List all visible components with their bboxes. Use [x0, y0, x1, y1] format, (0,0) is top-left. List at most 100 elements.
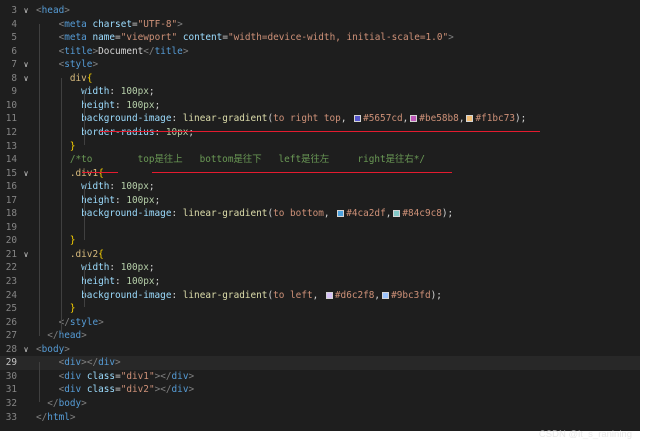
code-line[interactable]: 17 height: 100px; [0, 194, 640, 208]
code-token: meta [64, 32, 87, 44]
code-line[interactable]: 25 } [0, 302, 640, 316]
code-line[interactable]: 27 </head> [0, 329, 640, 343]
code-token: ; [148, 181, 155, 193]
color-swatch-icon[interactable] [325, 291, 333, 299]
code-line[interactable]: 31 <div class="div2"></div> [0, 383, 640, 397]
code-line[interactable]: 18 background-image: linear-gradient(to … [0, 207, 640, 221]
code-token: style [64, 59, 93, 71]
indent-guide [84, 267, 85, 307]
code-token: > [115, 357, 121, 369]
line-number: 27 [5, 330, 17, 342]
watermark: CSDN @it_s_ranining [538, 429, 632, 440]
code-line[interactable]: 10 height: 100px; [0, 99, 640, 113]
line-number: 20 [5, 235, 17, 247]
line-number: 28 [5, 343, 17, 355]
color-swatch-icon[interactable] [382, 291, 390, 299]
code-token: : [171, 113, 183, 125]
code-token: div [171, 370, 189, 382]
code-text: <div class="div2"></div> [36, 383, 195, 397]
code-line[interactable]: 9 width: 100px; [0, 85, 640, 99]
code-line[interactable]: 20 } [0, 234, 640, 248]
fold-chevron-icon[interactable]: ∨ [21, 167, 31, 181]
code-token: "width=device-width, initial-scale=1.0" [227, 32, 449, 44]
code-line[interactable]: 12 border-radius: 10px; [0, 126, 640, 140]
code-token: , [402, 113, 409, 125]
fold-chevron-icon[interactable]: ∨ [21, 58, 31, 72]
code-token: height [81, 276, 116, 287]
code-token: content [182, 32, 223, 44]
code-token: 100px [120, 262, 149, 274]
code-line[interactable]: 3 ∨ <head> [0, 4, 640, 18]
color-swatch-icon[interactable] [393, 210, 401, 218]
fold-chevron-icon[interactable]: ∨ [21, 343, 31, 357]
code-token: to right top [273, 113, 341, 125]
code-line[interactable]: 15 ∨ .div1{ [0, 167, 640, 181]
code-token: #d6c2f8 [334, 289, 375, 301]
code-token: head [41, 5, 65, 16]
code-line[interactable]: 24 background-image: linear-gradient(to … [0, 289, 640, 303]
line-number: 13 [5, 140, 17, 152]
line-number: 32 [5, 397, 17, 409]
code-line[interactable]: 6 <title>Document</title> [0, 45, 640, 59]
code-token: .div1 [69, 167, 99, 179]
line-number: 21 [5, 248, 17, 260]
indent-guide [39, 362, 40, 402]
color-swatch-icon[interactable] [466, 115, 474, 123]
code-line[interactable]: 29 <div></div> [0, 356, 640, 370]
code-line[interactable]: 22 width: 100px; [0, 261, 640, 275]
code-line[interactable]: 19 [0, 221, 640, 235]
code-text: background-image: linear-gradient(to rig… [36, 112, 526, 126]
code-line[interactable]: 21 ∨ .div2{ [0, 248, 640, 262]
code-token: : [171, 208, 183, 220]
code-token: ; [154, 194, 161, 206]
code-token: linear-gradient [182, 113, 268, 125]
code-line[interactable]: 23 height: 100px; [0, 275, 640, 289]
code-token: div [64, 370, 82, 382]
code-token: .div2 [69, 248, 99, 260]
fold-chevron-icon[interactable]: ∨ [21, 4, 31, 18]
code-line[interactable]: 5 <meta name="viewport" content="width=d… [0, 31, 640, 45]
code-line[interactable]: 28 ∨ <body> [0, 343, 640, 357]
code-line[interactable]: 7 ∨ <style> [0, 58, 640, 72]
line-number: 9 [11, 86, 17, 98]
code-line[interactable]: 13 } [0, 140, 640, 154]
code-line[interactable]: 26 </style> [0, 316, 640, 330]
code-token: > [188, 384, 195, 396]
code-token: ); [430, 289, 442, 301]
fold-chevron-icon[interactable]: ∨ [21, 72, 31, 86]
code-text: <head> [36, 4, 70, 18]
code-line[interactable]: 33 </html> [0, 411, 640, 425]
code-text: .div2{ [36, 248, 104, 262]
color-swatch-icon[interactable] [337, 210, 345, 218]
color-swatch-icon[interactable] [410, 115, 418, 123]
line-number: 12 [5, 126, 17, 138]
code-token: > [92, 59, 99, 71]
code-line[interactable]: 30 <div class="div1"></div> [0, 370, 640, 384]
code-editor[interactable]: 3 ∨ <head> 4 <meta charset="UTF-8"> 5 <meta … [0, 0, 640, 431]
fold-chevron-icon[interactable]: ∨ [21, 248, 31, 262]
code-token: : [109, 86, 121, 98]
code-token: : [109, 181, 121, 193]
code-token: title [64, 45, 93, 57]
code-text: border-radius: 10px; [36, 126, 194, 140]
code-line[interactable]: 16 width: 100px; [0, 180, 640, 194]
code-token: Document [98, 45, 144, 57]
code-line[interactable]: 14 /*to top是往上 bottom是往下 left是往左 right是往… [0, 153, 640, 167]
code-line[interactable]: 11 background-image: linear-gradient(to … [0, 112, 640, 126]
color-swatch-icon[interactable] [354, 115, 362, 123]
code-token: div [98, 357, 116, 369]
code-line[interactable]: 32 </body> [0, 397, 640, 411]
code-line[interactable]: 4 <meta charset="UTF-8"> [0, 18, 640, 32]
code-token: background-image [81, 113, 172, 125]
code-line[interactable]: 8 ∨ div{ [0, 72, 640, 86]
code-token: ; [188, 126, 195, 138]
code-token: "div1" [120, 370, 155, 382]
